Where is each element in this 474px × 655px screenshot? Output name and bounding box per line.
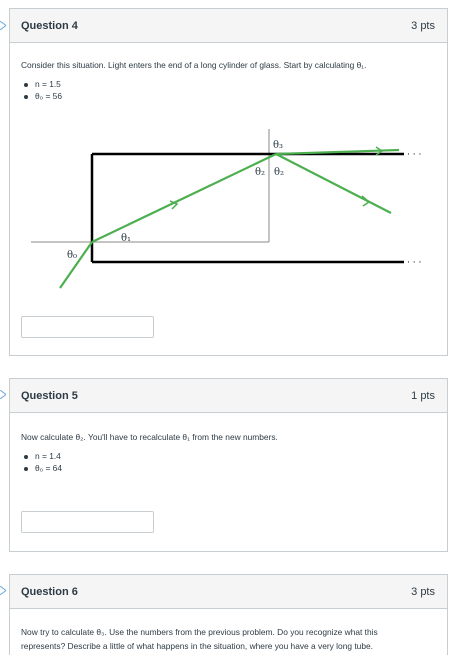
question-5-values: n = 1.4 θ₀ = 64: [21, 451, 436, 475]
refracted-ray: [91, 153, 277, 243]
question-6-card: Question 6 3 pts Now try to calculate θ₃…: [9, 574, 448, 655]
ellipsis-bottom: · · ·: [407, 258, 421, 268]
question-5-answer-input[interactable]: [21, 511, 154, 533]
question-6-prompt-line-2: represents? Describe a little of what ha…: [21, 641, 373, 651]
value-n: n = 1.4: [21, 451, 436, 463]
question-6-title: Question 6: [21, 585, 78, 598]
question-5-prompt: Now calculate θ₂. You'll have to recalcu…: [21, 432, 278, 442]
question-marker-icon: [0, 586, 6, 595]
question-4-card: Question 4 3 pts Consider this situation…: [9, 8, 448, 356]
reflected-ray: [275, 153, 392, 214]
question-5-header: Question 5 1 pts: [10, 379, 447, 413]
theta2-left-label: θ₂: [255, 167, 265, 178]
question-6-points: 3 pts: [411, 585, 435, 598]
theta3-label: θ₃: [273, 140, 283, 151]
refraction-diagram: θ₀ θ₁ θ₂ θ₂ θ₃ · · · · · ·: [31, 129, 421, 289]
theta2-right-label: θ₂: [274, 167, 284, 178]
value-theta0: θ₀ = 64: [21, 463, 436, 475]
question-6-header: Question 6 3 pts: [10, 575, 447, 609]
theta1-label: θ₁: [121, 233, 131, 244]
question-5-points: 1 pts: [411, 389, 435, 402]
ellipsis-top: · · ·: [407, 150, 421, 160]
question-5-title: Question 5: [21, 389, 78, 402]
question-5-body: Now calculate θ₂. You'll have to recalcu…: [10, 413, 447, 475]
question-6-body: Now try to calculate θ₃. Use the numbers…: [10, 609, 447, 653]
question-marker-icon: [0, 21, 6, 30]
question-4-answer-input[interactable]: [21, 316, 154, 338]
theta0-label: θ₀: [67, 250, 77, 261]
question-5-card: Question 5 1 pts Now calculate θ₂. You'l…: [9, 378, 448, 552]
question-marker-icon: [0, 390, 6, 399]
incident-ray: [59, 241, 93, 289]
question-6-prompt-line-1: Now try to calculate θ₃. Use the numbers…: [21, 627, 378, 637]
